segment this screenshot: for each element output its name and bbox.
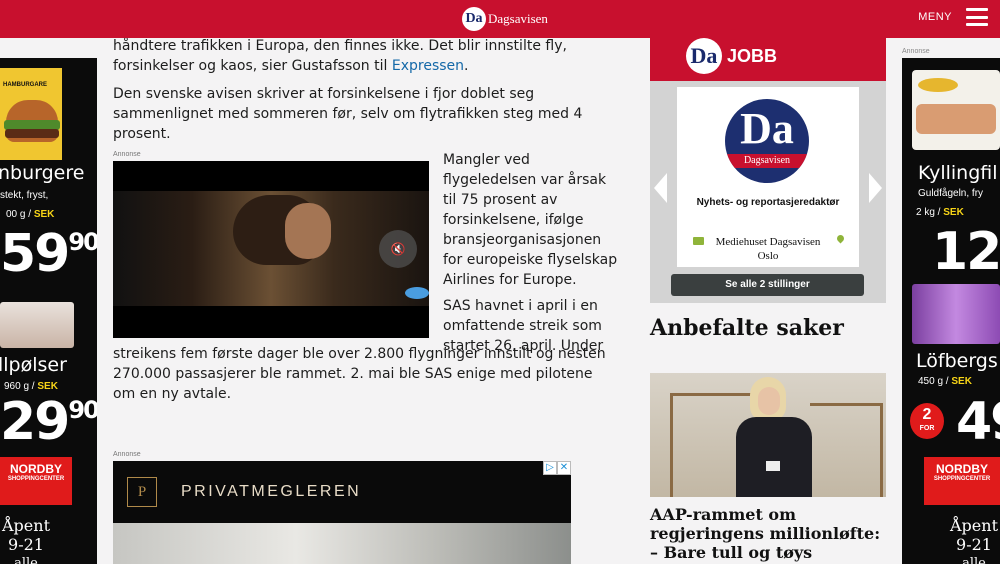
- right-product2-name: Löfbergs k: [916, 350, 1000, 372]
- mute-icon[interactable]: 🔇: [379, 230, 417, 268]
- sausage-package-image: [0, 302, 74, 348]
- right-price: 129: [932, 222, 1000, 282]
- recommended-article-image[interactable]: [650, 373, 886, 497]
- left-price: 5990: [0, 224, 97, 284]
- see-all-jobs-button[interactable]: Se alle 2 stillinger: [671, 274, 864, 296]
- right-side-ad[interactable]: Kyllingfil Guldfågeln, fry 2 kg / SEK 12…: [902, 58, 1000, 564]
- jobb-carousel: Da Dagsavisen Nyhets- og reportasjeredak…: [650, 81, 886, 303]
- top-navigation-bar: Da Dagsavisen MENY: [0, 0, 1000, 38]
- privatmegleren-logo: P: [127, 477, 157, 507]
- job-card[interactable]: Da Dagsavisen Nyhets- og reportasjeredak…: [677, 87, 859, 267]
- video-ad-player[interactable]: 🔇: [113, 161, 429, 338]
- menu-button[interactable]: MENY: [918, 8, 988, 26]
- article-paragraph-2: Den svenske avisen skriver at forsinkels…: [113, 86, 583, 142]
- jobb-header[interactable]: Da JOBB: [650, 34, 886, 81]
- chicken-package-image: [912, 70, 1000, 150]
- recommended-article-title[interactable]: AAP-rammet om regjeringens millionløfte:…: [650, 505, 890, 562]
- recommended-heading: Anbefalte saker: [650, 315, 844, 341]
- left-price2: 2990: [0, 392, 97, 452]
- left-side-ad[interactable]: HAMBURGARE nburgere stekt, fryst, 00 g /…: [0, 58, 97, 564]
- expressen-link[interactable]: Expressen: [392, 58, 464, 74]
- left-opening-hours: Åpent9-21alle dager!: [2, 516, 50, 564]
- logo-name: Dagsavisen: [488, 11, 548, 26]
- right-product-desc: Guldfågeln, fry: [918, 188, 984, 199]
- left-product-desc: stekt, fryst,: [0, 190, 49, 201]
- article-paragraph-3: Mangler ved flygeledelsen var årsak til …: [443, 152, 618, 288]
- article-paragraph-1: håndtere trafikken i Europa, den finnes …: [113, 38, 567, 74]
- left-product-weight: 00 g / SEK: [6, 209, 55, 220]
- privatmegleren-name: PRIVATMEGLEREN: [181, 483, 362, 500]
- right-product2-weight: 450 g / SEK: [918, 376, 972, 387]
- right-store-badge: NORDBY SHOPPINGCENTER: [924, 457, 1000, 505]
- left-product2-name: llpølser: [0, 354, 67, 376]
- privatmegleren-image: [113, 523, 571, 564]
- site-logo[interactable]: Da Dagsavisen: [462, 7, 548, 31]
- right-opening-hours: Åpent9-21alle dager!: [950, 516, 998, 564]
- logo-mark: Da: [462, 7, 486, 31]
- video-ad-label: Annonse: [113, 151, 141, 158]
- job-position: Nyhets- og reportasjeredaktør: [696, 197, 840, 208]
- two-for-badge: 2 FOR: [910, 403, 944, 439]
- hamburger-package-image: HAMBURGARE: [0, 68, 62, 160]
- left-store-badge: NORDBY SHOPPINGCENTER: [0, 457, 72, 505]
- left-product2-weight: 960 g / SEK: [4, 381, 58, 392]
- jobb-title: JOBB: [727, 46, 778, 66]
- right-product-name: Kyllingfil: [918, 162, 998, 184]
- carousel-prev-arrow-icon[interactable]: [654, 173, 667, 203]
- hamburger-icon[interactable]: [966, 8, 988, 26]
- privatmegleren-ad-label: Annonse: [113, 451, 141, 458]
- job-company-location: Mediehuset Dagsavisen Oslo: [715, 236, 821, 262]
- right-ad-label: Annonse: [902, 48, 930, 55]
- carousel-next-arrow-icon[interactable]: [869, 173, 882, 203]
- jobb-logo-mark: Da: [686, 38, 722, 74]
- right-price2: 49: [956, 392, 1000, 452]
- privatmegleren-ad[interactable]: P PRIVATMEGLEREN ▷ ✕: [113, 461, 571, 564]
- article-paragraph-5: streikens fem første dager ble over 2.80…: [113, 346, 606, 402]
- coffee-packages-image: [912, 284, 1000, 344]
- menu-label: MENY: [918, 11, 952, 23]
- adchoices-icon[interactable]: ▷ ✕: [543, 461, 571, 475]
- right-product-weight: 2 kg / SEK: [916, 207, 964, 218]
- dagsavisen-logo: Da Dagsavisen: [725, 99, 809, 183]
- left-product-name: nburgere: [0, 162, 85, 184]
